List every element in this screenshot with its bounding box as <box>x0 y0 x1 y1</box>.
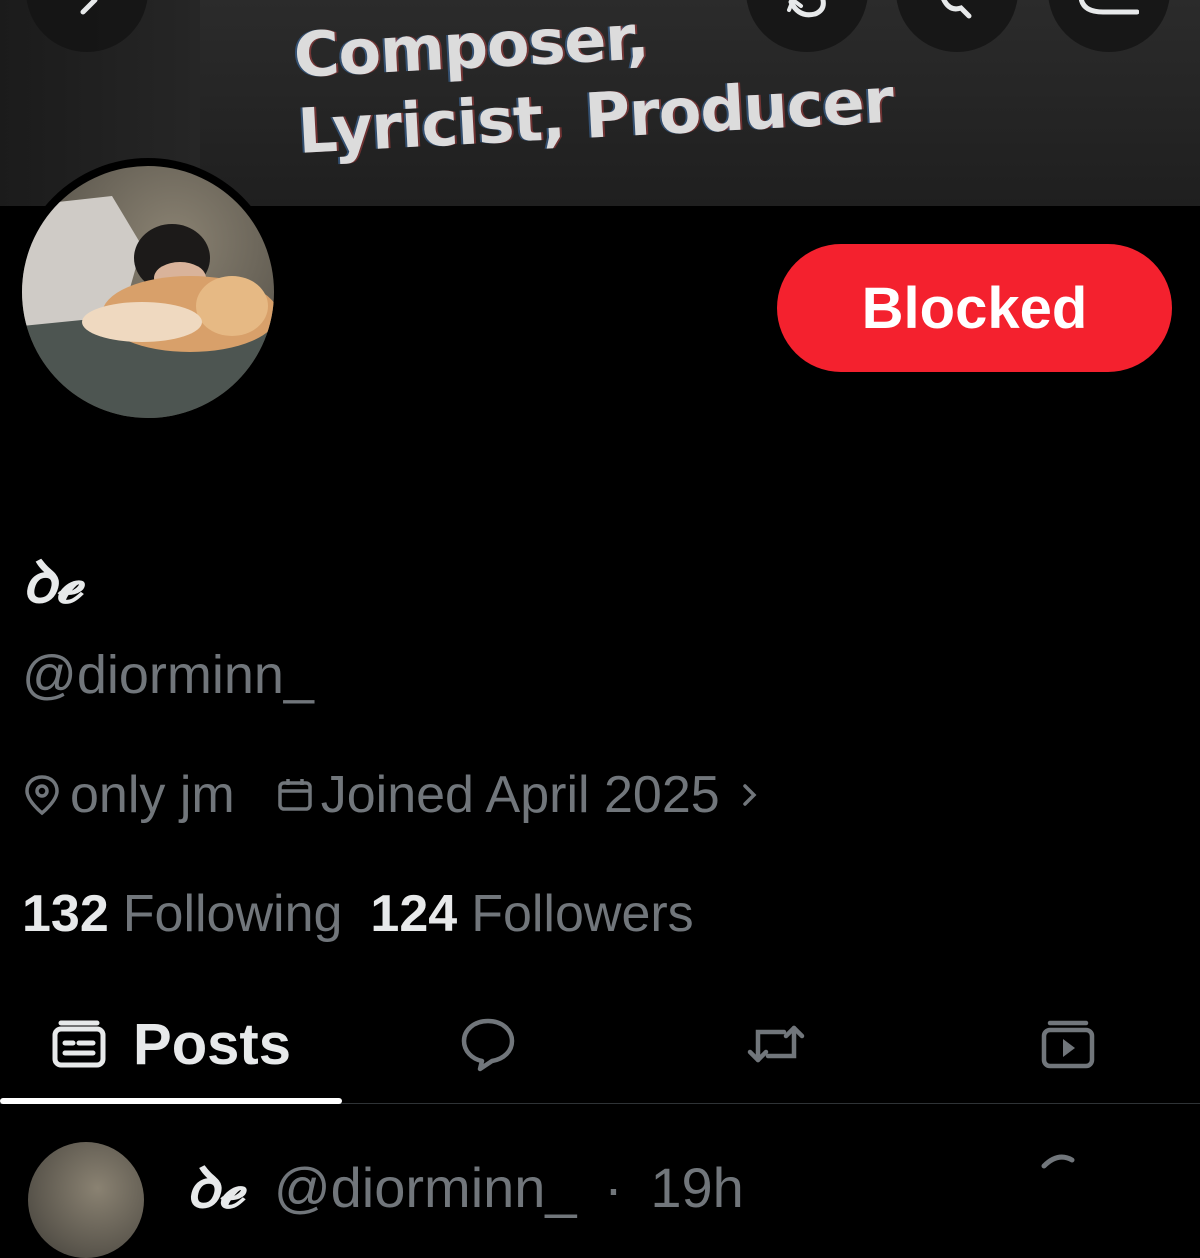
media-icon <box>1041 1020 1095 1069</box>
followers-label: Followers <box>471 885 694 943</box>
more-button[interactable] <box>1048 0 1170 52</box>
refresh-icon <box>787 0 826 18</box>
display-name: ꝺ𝓮 <box>22 548 83 616</box>
joined-item[interactable]: Joined April 2025 <box>275 765 760 825</box>
post-header: ꝺ𝓮 @diorminn_ · 19h <box>186 1155 744 1221</box>
tab-posts-label: Posts <box>133 1011 291 1077</box>
profile-meta-row: only jm Joined April 2025 <box>22 762 760 828</box>
post-more-button[interactable] <box>1040 1150 1090 1175</box>
posts-icon <box>52 1020 106 1068</box>
search-button[interactable] <box>896 0 1018 52</box>
post-time: 19h <box>650 1156 744 1219</box>
replies-icon <box>461 1018 515 1072</box>
location-item: only jm <box>22 765 235 825</box>
tab-reposts[interactable] <box>716 985 836 1103</box>
post-author-handle: @diorminn_ <box>273 1156 577 1219</box>
avatar-image <box>22 166 274 418</box>
avatar-photo <box>22 196 274 418</box>
following-count: 132 <box>22 885 109 943</box>
active-tab-indicator <box>0 1098 342 1104</box>
tab-media[interactable] <box>1008 985 1128 1103</box>
location-pin-icon <box>25 775 59 816</box>
post-author-name: ꝺ𝓮 <box>186 1155 245 1221</box>
profile-tabs: Posts <box>0 985 1200 1104</box>
profile-handle: @diorminn_ <box>22 645 314 705</box>
calendar-icon <box>277 779 312 811</box>
followers-link[interactable]: 124 Followers <box>370 884 693 944</box>
joined-text: Joined April 2025 <box>320 766 720 824</box>
tab-replies[interactable] <box>428 985 548 1103</box>
profile-stats: 132 Following 124 Followers <box>22 884 694 944</box>
back-icon <box>80 0 98 15</box>
more-horizontal-icon <box>1041 1154 1075 1169</box>
search-icon <box>941 0 972 19</box>
reposts-icon <box>747 1025 805 1063</box>
location-text: only jm <box>70 766 235 824</box>
tab-posts[interactable]: Posts <box>0 985 342 1104</box>
post-avatar[interactable] <box>28 1142 144 1258</box>
more-icon <box>1079 0 1139 15</box>
blocked-button[interactable]: Blocked <box>777 244 1172 372</box>
following-link[interactable]: 132 Following <box>22 884 342 944</box>
followers-count: 124 <box>370 885 458 943</box>
following-label: Following <box>122 885 343 943</box>
chevron-right-icon <box>742 784 757 806</box>
profile-avatar[interactable] <box>14 158 282 426</box>
